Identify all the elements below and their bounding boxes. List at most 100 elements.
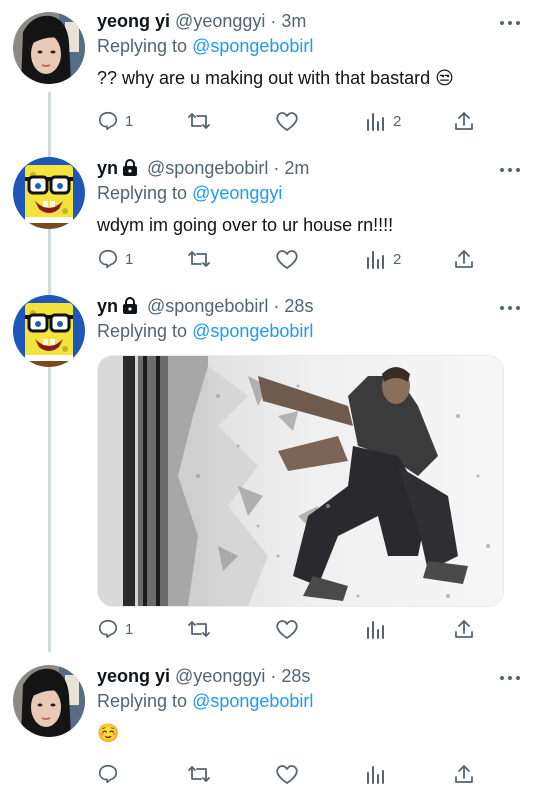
replying-to-label: Replying to (97, 691, 188, 711)
reply-icon (98, 619, 118, 639)
tweet[interactable]: yeong yi @yeonggyi · 28s Replying to @sp… (0, 665, 540, 795)
views-count: 2 (393, 112, 402, 130)
retweet-icon (188, 766, 210, 782)
reply-button[interactable]: 1 (97, 616, 133, 642)
share-icon (455, 250, 473, 268)
timestamp[interactable]: 28s (281, 666, 310, 686)
tweet[interactable]: yeong yi @yeonggyi · 3m Replying to @spo… (0, 10, 540, 140)
display-name[interactable]: yeong yi (97, 666, 170, 686)
share-button[interactable] (453, 616, 475, 642)
timestamp[interactable]: 2m (284, 158, 309, 178)
avatar[interactable] (13, 295, 85, 367)
username[interactable]: @yeonggyi (175, 11, 265, 31)
tweet-text: ☺️ (97, 723, 120, 743)
reply-icon (98, 111, 118, 131)
tweet-content: yeong yi @yeonggyi · 28s Replying to @sp… (97, 665, 522, 744)
reply-button[interactable] (97, 761, 119, 787)
heart-icon (276, 112, 298, 131)
tweet-content: yeong yi @yeonggyi · 3m Replying to @spo… (97, 10, 522, 89)
username[interactable]: @yeonggyi (175, 666, 265, 686)
avatar[interactable] (13, 157, 85, 229)
views-button[interactable]: 2 (365, 246, 401, 272)
retweet-button[interactable] (187, 761, 211, 787)
replying-to: Replying to @spongebobirl (97, 320, 522, 342)
share-button[interactable] (453, 761, 475, 787)
display-name[interactable]: yn (97, 296, 118, 316)
lock-icon (123, 159, 138, 176)
reply-icon (98, 249, 118, 269)
share-icon (455, 620, 473, 638)
like-button[interactable] (275, 246, 299, 272)
views-button[interactable] (365, 761, 387, 787)
reply-button[interactable]: 1 (97, 108, 133, 134)
heart-icon (276, 620, 298, 639)
lock-icon (123, 297, 138, 314)
retweet-button[interactable] (187, 108, 211, 134)
more-options-icon[interactable] (498, 301, 522, 315)
dot-separator: · (273, 158, 280, 178)
timestamp[interactable]: 3m (281, 11, 306, 31)
display-name[interactable]: yn (97, 158, 118, 178)
share-icon (455, 765, 473, 783)
mention-link[interactable]: @yeonggyi (192, 183, 282, 203)
avatar[interactable] (13, 12, 85, 84)
tweet-text: ?? why are u making out with that bastar… (97, 68, 454, 88)
reply-button[interactable]: 1 (97, 246, 133, 272)
more-options-icon[interactable] (498, 671, 522, 685)
reply-count: 1 (125, 250, 134, 268)
views-icon (367, 251, 384, 269)
dot-separator: · (270, 11, 277, 31)
tweet-header: yeong yi @yeonggyi · 3m (97, 10, 522, 32)
timestamp[interactable]: 28s (284, 296, 313, 316)
tweet-media-image[interactable] (97, 355, 504, 607)
tweet-header: yn @spongebobirl · 28s (97, 295, 522, 317)
mention-link[interactable]: @spongebobirl (192, 321, 313, 341)
replying-to-label: Replying to (97, 321, 188, 341)
like-button[interactable] (275, 616, 299, 642)
share-button[interactable] (453, 108, 475, 134)
views-button[interactable] (365, 616, 387, 642)
display-name[interactable]: yeong yi (97, 11, 170, 31)
views-icon (367, 621, 384, 639)
more-options-icon[interactable] (498, 163, 522, 177)
share-icon (455, 112, 473, 130)
retweet-icon (188, 621, 210, 637)
replying-to: Replying to @spongebobirl (97, 35, 522, 57)
reply-count: 1 (125, 112, 134, 130)
retweet-icon (188, 113, 210, 129)
retweet-icon (188, 251, 210, 267)
tweet-actions: 1 2 (97, 108, 477, 134)
heart-icon (276, 765, 298, 784)
dot-separator: · (270, 666, 277, 686)
mention-link[interactable]: @spongebobirl (192, 36, 313, 56)
reply-count: 1 (125, 620, 134, 638)
reply-icon (98, 764, 118, 784)
retweet-button[interactable] (187, 246, 211, 272)
views-button[interactable]: 2 (365, 108, 401, 134)
tweet[interactable]: yn @spongebobirl · 28s Replying to @spon… (0, 295, 540, 645)
views-icon (367, 766, 384, 784)
tweet-actions (97, 761, 477, 787)
heart-icon (276, 250, 298, 269)
views-count: 2 (393, 250, 402, 268)
like-button[interactable] (275, 108, 299, 134)
replying-to-label: Replying to (97, 183, 188, 203)
retweet-button[interactable] (187, 616, 211, 642)
more-options-icon[interactable] (498, 16, 522, 30)
replying-to-label: Replying to (97, 36, 188, 56)
tweet-content: yn @spongebobirl · 28s Replying to @spon… (97, 295, 522, 342)
username[interactable]: @spongebobirl (147, 296, 268, 316)
tweet-actions: 1 2 (97, 246, 477, 272)
tweet[interactable]: yn @spongebobirl · 2m Replying to @yeong… (0, 157, 540, 282)
username[interactable]: @spongebobirl (147, 158, 268, 178)
mention-link[interactable]: @spongebobirl (192, 691, 313, 711)
views-icon (367, 113, 384, 131)
tweet-header: yeong yi @yeonggyi · 28s (97, 665, 522, 687)
tweet-header: yn @spongebobirl · 2m (97, 157, 522, 179)
replying-to: Replying to @yeonggyi (97, 182, 522, 204)
share-button[interactable] (453, 246, 475, 272)
tweet-actions: 1 (97, 616, 477, 642)
like-button[interactable] (275, 761, 299, 787)
avatar[interactable] (13, 665, 85, 737)
dot-separator: · (273, 296, 280, 316)
